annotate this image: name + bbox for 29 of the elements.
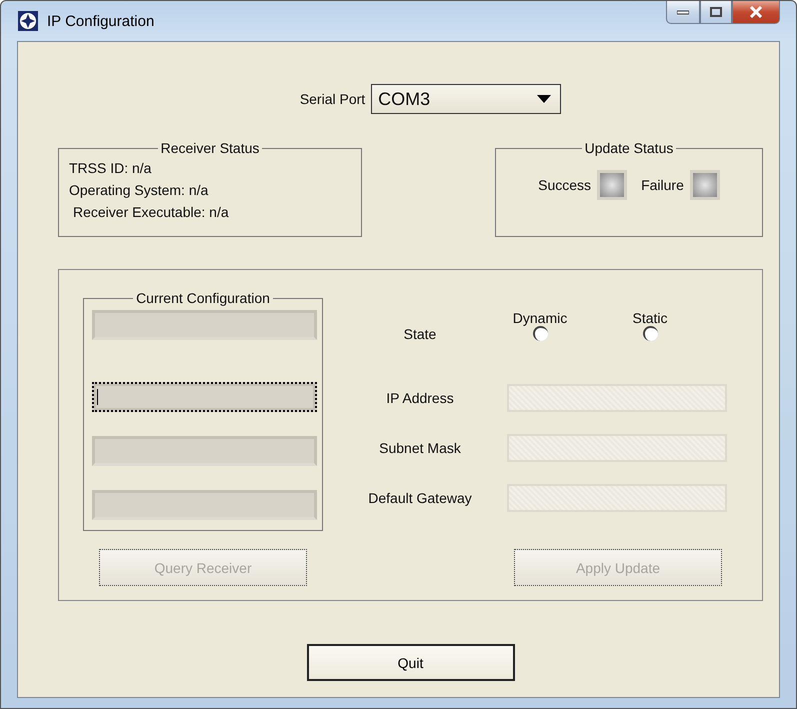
minimize-button[interactable] <box>666 1 700 24</box>
setting-label: Default Gateway <box>368 490 472 506</box>
state-label: State <box>404 326 436 342</box>
group-title: Receiver Status <box>160 140 260 156</box>
serial-port-label: Serial Port <box>300 91 366 107</box>
status-text: Operating System: n/a <box>69 182 210 198</box>
close-button[interactable] <box>732 1 780 24</box>
maximize-icon <box>710 7 722 17</box>
status-text: TRSS ID: n/a <box>69 160 152 176</box>
indicator-label: Success <box>538 177 592 193</box>
setting-label: Subnet Mask <box>379 440 461 456</box>
indicator-label: Failure <box>641 177 684 193</box>
maximize-button[interactable] <box>700 1 732 24</box>
radio-label: Dynamic <box>512 310 568 326</box>
close-icon <box>749 6 763 18</box>
setting-label: IP Address <box>386 390 454 406</box>
radio-label: Static <box>632 310 668 326</box>
dropdown-arrow-icon <box>536 94 552 104</box>
quit-button[interactable]: Quit <box>306 644 514 681</box>
window-title: IP Configuration <box>47 12 154 30</box>
radio-button[interactable] <box>642 326 658 341</box>
app-icon <box>17 10 39 32</box>
status-text: Receiver Executable: n/a <box>72 204 230 220</box>
input-field[interactable] <box>92 382 317 412</box>
radio-button[interactable] <box>532 326 548 341</box>
serial-port-dropdown[interactable]: COM3 <box>371 84 562 114</box>
minimize-icon <box>677 9 689 15</box>
group-title: Update Status <box>584 140 674 156</box>
group-title: Current Configuration <box>135 290 271 306</box>
